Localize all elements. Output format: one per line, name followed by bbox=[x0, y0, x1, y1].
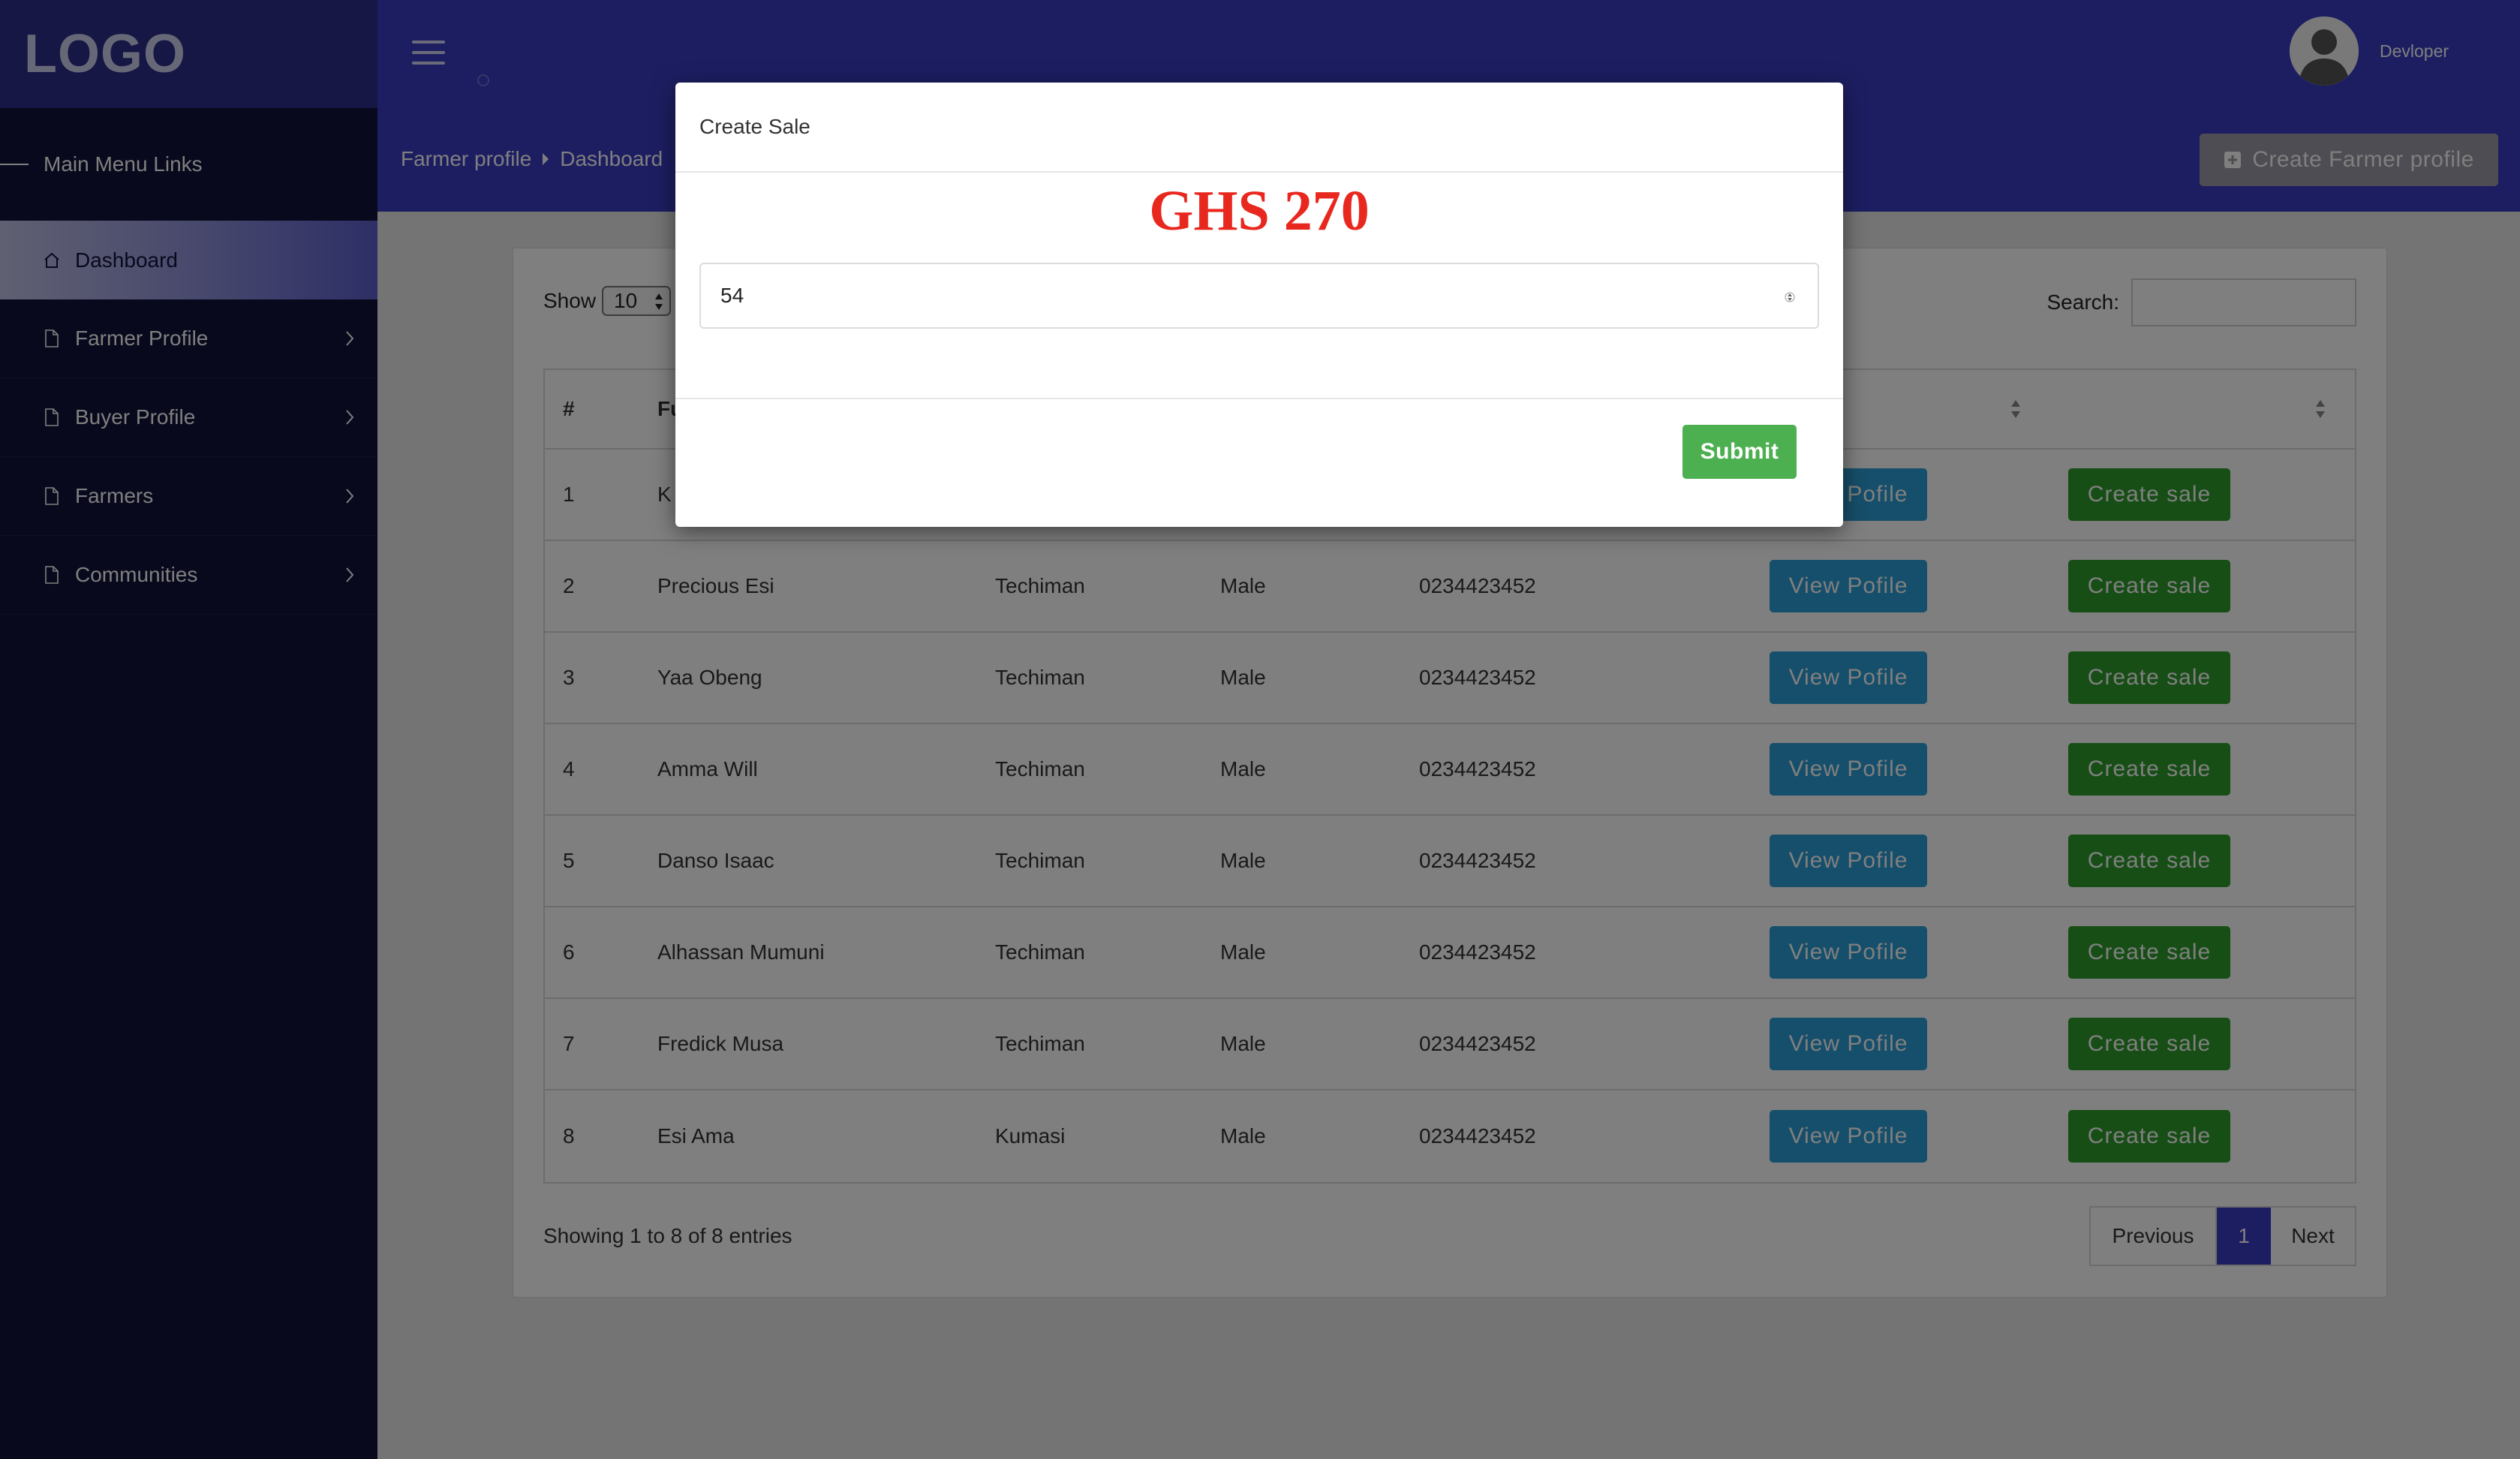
quantity-value: 54 bbox=[720, 284, 744, 307]
modal-header: Create Sale bbox=[675, 83, 1843, 173]
sale-amount: GHS 270 bbox=[1149, 179, 1370, 242]
submit-button[interactable]: Submit bbox=[1683, 425, 1797, 479]
modal-footer-divider bbox=[675, 398, 1843, 399]
quantity-input[interactable]: 54 bbox=[699, 263, 1819, 329]
create-sale-modal: Create Sale GHS 270 54 Submit bbox=[675, 83, 1843, 527]
modal-title: Create Sale bbox=[699, 115, 810, 138]
number-spinner-icon[interactable] bbox=[1785, 287, 1795, 308]
